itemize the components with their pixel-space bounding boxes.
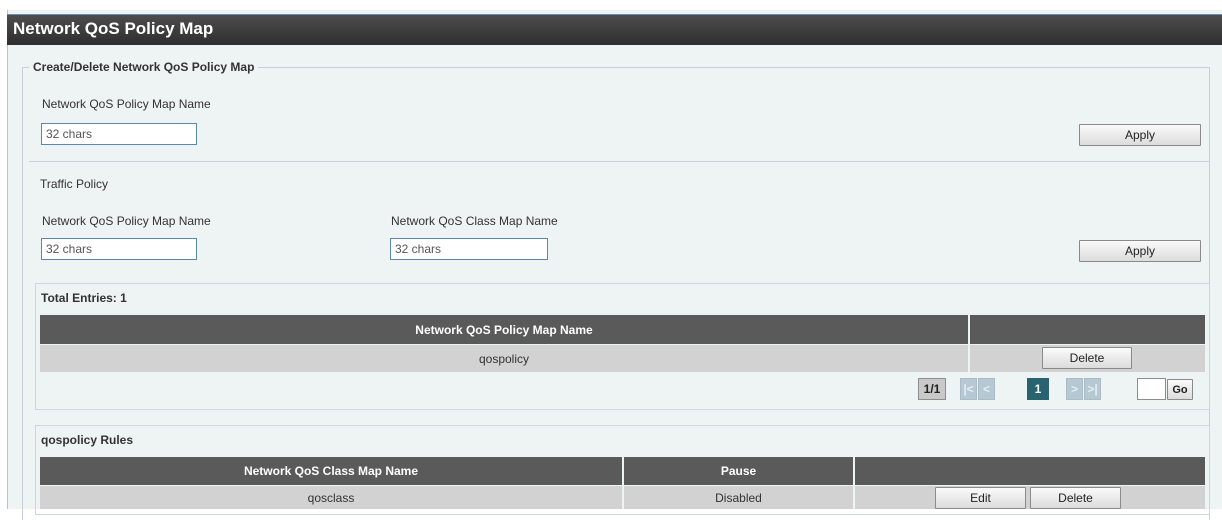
- rule-row-class-name: qosclass: [40, 486, 622, 509]
- traffic-policy-heading: Traffic Policy: [40, 177, 109, 191]
- class-map-name-label: Network QoS Class Map Name: [391, 214, 558, 228]
- page-info: 1/1: [918, 378, 946, 400]
- next-page-button[interactable]: >: [1066, 378, 1083, 400]
- section-divider: [29, 161, 1210, 162]
- traffic-apply-button[interactable]: Apply: [1079, 240, 1201, 262]
- rules-heading: qospolicy Rules: [41, 433, 134, 447]
- create-apply-button[interactable]: Apply: [1079, 124, 1201, 146]
- go-page-input[interactable]: [1137, 378, 1166, 400]
- total-entries-label: Total Entries: 1: [41, 291, 127, 305]
- rule-row-pause: Disabled: [624, 486, 853, 509]
- rule-delete-button[interactable]: Delete: [1030, 487, 1121, 509]
- traffic-policy-map-name-label: Network QoS Policy Map Name: [42, 214, 211, 228]
- column-header-class-map-name: Network QoS Class Map Name: [40, 457, 622, 485]
- first-page-button[interactable]: |<: [960, 378, 977, 400]
- current-page-button[interactable]: 1: [1027, 378, 1049, 400]
- column-header-rule-actions: [855, 457, 1205, 485]
- policy-delete-button[interactable]: Delete: [1042, 347, 1132, 369]
- column-header-policy-map-name: Network QoS Policy Map Name: [40, 315, 968, 344]
- policy-row-name: qospolicy: [40, 345, 968, 372]
- class-map-name-input[interactable]: [390, 238, 548, 260]
- page-title: Network QoS Policy Map: [13, 19, 214, 38]
- column-header-actions: [970, 315, 1205, 344]
- column-header-pause: Pause: [624, 457, 853, 485]
- go-button[interactable]: Go: [1167, 379, 1193, 400]
- last-page-button[interactable]: >|: [1084, 378, 1101, 400]
- prev-page-button[interactable]: <: [978, 378, 995, 400]
- traffic-policy-map-name-input[interactable]: [41, 238, 197, 260]
- create-delete-legend: Create/Delete Network QoS Policy Map: [33, 60, 255, 74]
- policy-map-name-label: Network QoS Policy Map Name: [42, 97, 211, 111]
- title-bar: Network QoS Policy Map: [7, 14, 1222, 45]
- policy-map-name-input[interactable]: [41, 123, 197, 145]
- rule-edit-button[interactable]: Edit: [935, 487, 1026, 509]
